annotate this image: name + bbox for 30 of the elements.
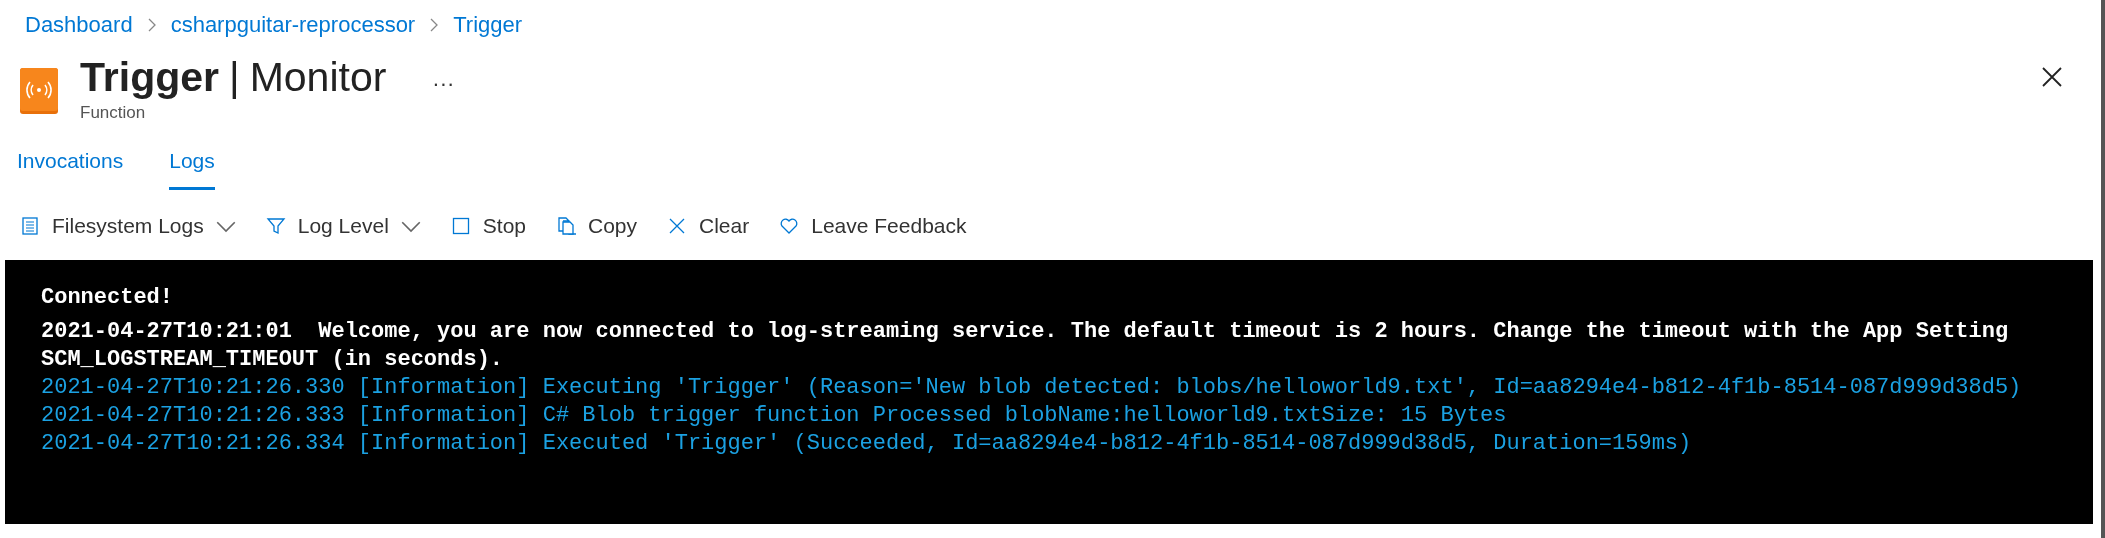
breadcrumb-link[interactable]: Dashboard xyxy=(25,12,133,38)
breadcrumb-link[interactable]: Trigger xyxy=(453,12,523,38)
log-line: 2021-04-27T10:21:26.333 [Information] C# Blob trigger function Processed blobName:helloworld9.txtSize: 15 Bytes xyxy=(41,402,1508,430)
filter-icon xyxy=(265,216,286,236)
toolbar-button[interactable]: Clear xyxy=(667,214,750,238)
log-line: 2021-04-27T10:21:26.334 [Information] Executed 'Trigger' (Succeeded, Id=aa8294e4-b812-4f1b-8514-087d999d38d5, Duration=159ms) xyxy=(41,430,1693,458)
breadcrumb-link[interactable]: csharpguitar-reprocessor xyxy=(170,12,416,38)
copy-icon xyxy=(556,216,576,236)
page-subtitle: Monitor xyxy=(249,54,387,101)
toolbar-button[interactable]: Copy xyxy=(556,214,638,238)
stop-icon xyxy=(450,216,471,236)
log-line: Connected! xyxy=(41,284,175,312)
toolbar-button[interactable]: Filesystem Logs xyxy=(20,214,236,238)
heart-icon xyxy=(779,216,800,236)
toolbar-button[interactable]: Log Level xyxy=(265,214,421,238)
close-icon[interactable] xyxy=(2041,66,2063,88)
chevron-icon xyxy=(429,17,440,33)
tab[interactable]: Invocations xyxy=(17,145,124,190)
function-icon xyxy=(20,68,58,114)
tab[interactable]: Logs xyxy=(169,145,215,190)
page-title: Trigger xyxy=(80,54,219,101)
toolbar-button[interactable]: Leave Feedback xyxy=(779,214,967,238)
more-button[interactable]: ··· xyxy=(426,70,461,98)
list-icon xyxy=(20,216,40,236)
log-line: 2021-04-27T10:21:01 Welcome, you are now connected to log-streaming service. The default timeout is 2 hours. Change the timeout with the App Setting SCM_LOGSTREAM_TIMEOUT (in seconds). xyxy=(41,318,2010,374)
toolbar-button[interactable]: Stop xyxy=(450,214,526,238)
title-separator: | xyxy=(229,54,240,101)
chevron-icon xyxy=(146,17,157,33)
resource-type: Function xyxy=(80,103,147,123)
log-line: 2021-04-27T10:21:26.330 [Information] Executing 'Trigger' (Reason='New blob detected: blobs/helloworld9.txt', Id=aa8294e4-b812-4f1b-8514-087d999d38d5) xyxy=(41,374,2023,402)
